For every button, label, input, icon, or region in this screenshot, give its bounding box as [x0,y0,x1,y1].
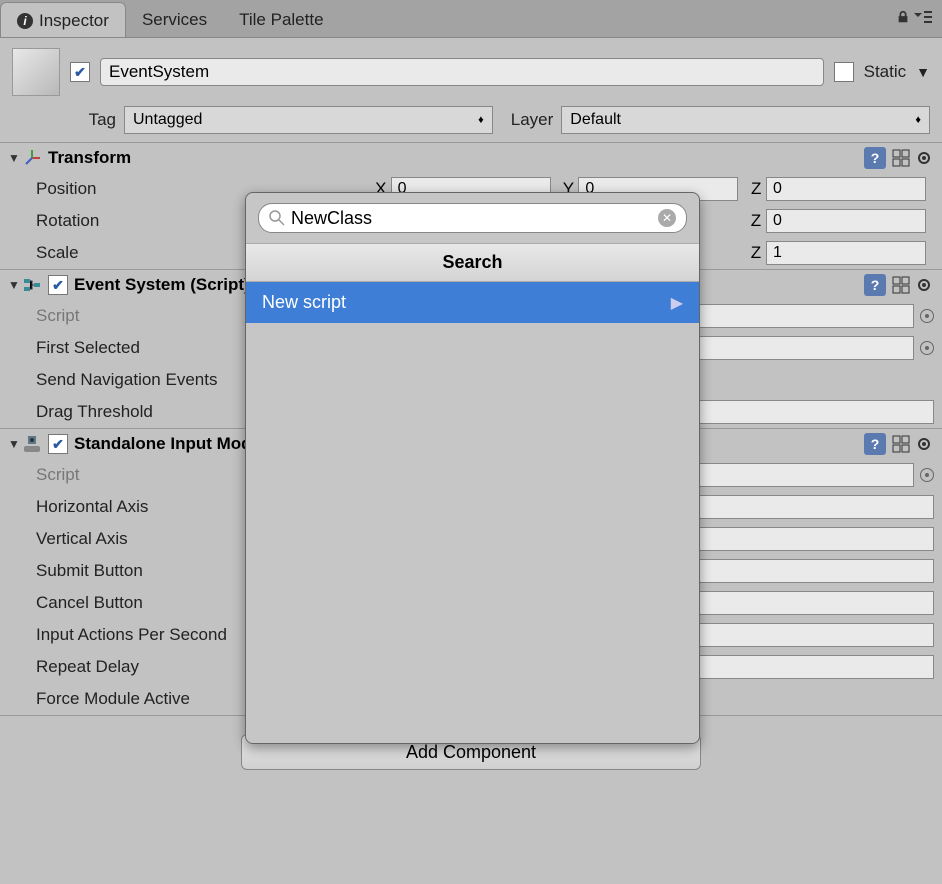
foldout-icon[interactable]: ▼ [8,278,22,292]
search-field-wrap: ✕ [258,203,687,233]
tab-label: Services [142,10,207,30]
gear-icon[interactable] [916,435,934,453]
static-checkbox[interactable] [834,62,854,82]
z-label: Z [746,211,766,231]
search-icon [269,210,285,226]
object-picker-icon[interactable] [920,341,934,355]
event-system-icon [22,275,42,295]
help-icon[interactable]: ? [864,147,886,169]
layer-dropdown[interactable]: Default ♦ [561,106,930,134]
lock-icon[interactable] [896,10,910,24]
preset-icon[interactable] [892,149,910,167]
component-enabled-checkbox[interactable] [48,434,68,454]
info-icon: i [17,13,33,29]
layer-value: Default [570,111,621,129]
object-picker-icon[interactable] [920,468,934,482]
z-label: Z [746,243,766,263]
tag-layer-row: Tag Untagged ♦ Layer Default ♦ [0,102,942,143]
tag-label: Tag [80,110,116,130]
popup-header: Search [246,243,699,282]
component-enabled-checkbox[interactable] [48,275,68,295]
foldout-icon[interactable]: ▼ [8,151,22,165]
static-label: Static [864,62,907,82]
static-dropdown-icon[interactable]: ▼ [916,64,930,80]
position-z-input[interactable] [766,177,926,201]
transform-icon [22,148,42,168]
gear-icon[interactable] [916,276,934,294]
object-picker-icon[interactable] [920,309,934,323]
component-title: Transform [48,148,864,168]
tab-services[interactable]: Services [126,2,223,36]
clear-search-icon[interactable]: ✕ [658,209,676,227]
gameobject-header: Static ▼ [0,38,942,102]
input-module-icon [22,434,42,454]
popup-item-label: New script [262,292,346,313]
tab-right-controls [896,10,932,24]
tab-bar: i Inspector Services Tile Palette [0,0,942,38]
chevron-right-icon: ▶ [671,293,683,313]
gear-icon[interactable] [916,149,934,167]
search-input[interactable] [291,208,658,229]
new-script-item[interactable]: New script ▶ [246,282,699,323]
scale-z-input[interactable] [766,241,926,265]
context-menu-icon[interactable] [914,10,932,24]
z-label: Z [746,179,766,199]
active-checkbox[interactable] [70,62,90,82]
preset-icon[interactable] [892,435,910,453]
help-icon[interactable]: ? [864,433,886,455]
tab-label: Inspector [39,11,109,31]
gameobject-name-input[interactable] [100,58,824,86]
rotation-z-input[interactable] [766,209,926,233]
preset-icon[interactable] [892,276,910,294]
tab-inspector[interactable]: i Inspector [0,2,126,37]
gameobject-icon[interactable] [12,48,60,96]
help-icon[interactable]: ? [864,274,886,296]
component-header: ▼ Transform ? [0,143,942,173]
foldout-icon[interactable]: ▼ [8,437,22,451]
chevron-down-icon: ♦ [915,114,921,126]
tag-dropdown[interactable]: Untagged ♦ [124,106,493,134]
layer-label: Layer [511,110,554,130]
tab-label: Tile Palette [239,10,323,30]
tag-value: Untagged [133,111,202,129]
add-component-popup: ✕ Search New script ▶ [245,192,700,744]
chevron-down-icon: ♦ [478,114,484,126]
popup-body [246,323,699,743]
tab-tile-palette[interactable]: Tile Palette [223,2,339,36]
